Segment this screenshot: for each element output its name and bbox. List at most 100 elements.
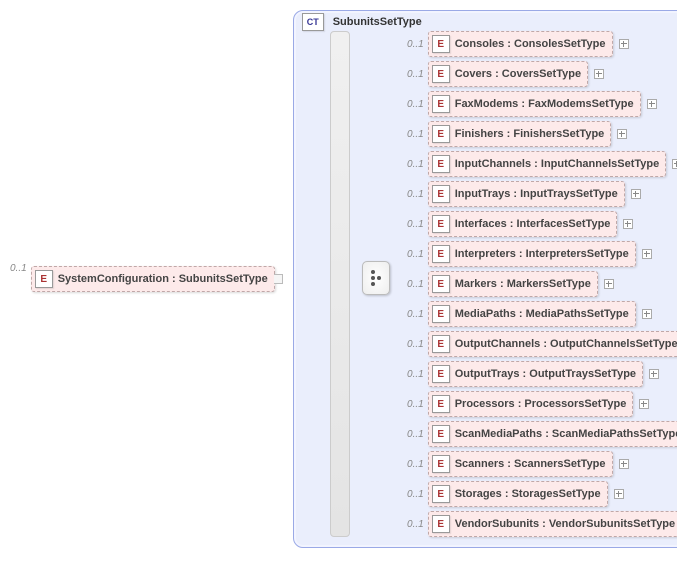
child-element-label: Consoles : ConsolesSetType — [455, 38, 606, 50]
child-cardinality: 0..1 — [402, 159, 424, 170]
expand-icon[interactable] — [642, 249, 652, 259]
child-element-row: 0..1 E InputChannels : InputChannelsSetTyp… — [402, 151, 677, 177]
element-badge: E — [432, 515, 450, 533]
child-element-label: Interfaces : InterfacesSetType — [455, 218, 611, 230]
element-badge: E — [432, 395, 450, 413]
child-element-row: 0..1 E VendorSubunits : VendorSubunitsSetT… — [402, 511, 677, 537]
child-element-label: InputChannels : InputChannelsSetType — [455, 158, 660, 170]
child-element-label: VendorSubunits : VendorSubunitsSetType — [455, 518, 675, 530]
expand-icon[interactable] — [672, 159, 677, 169]
child-element-row: 0..1 E Scanners : ScannersSetType — [402, 451, 677, 477]
compositor-spine — [330, 31, 350, 537]
child-elements-list: 0..1 E Consoles : ConsolesSetType 0..1 E Cove… — [402, 31, 677, 537]
child-element-label: Markers : MarkersSetType — [455, 278, 591, 290]
child-element-row: 0..1EMediaPaths : MediaPathsSetType — [402, 301, 677, 327]
expand-icon[interactable] — [619, 39, 629, 49]
child-cardinality: 0..1 — [402, 459, 424, 470]
child-cardinality: 0..1 — [402, 39, 424, 50]
element-badge: E — [432, 455, 450, 473]
expand-icon[interactable] — [604, 279, 614, 289]
child-cardinality: 0..1 — [402, 369, 424, 380]
root-element-node[interactable]: E SystemConfiguration : SubunitsSetType — [31, 266, 275, 292]
child-element-node[interactable]: EOutputTrays : OutputTraysSetType — [428, 361, 643, 387]
expand-icon[interactable] — [623, 219, 633, 229]
child-cardinality: 0..1 — [402, 189, 424, 200]
element-badge: E — [432, 485, 450, 503]
element-badge: E — [432, 155, 450, 173]
child-element-node[interactable]: E Processors : ProcessorsSetType — [428, 391, 634, 417]
expand-icon[interactable] — [649, 369, 659, 379]
complex-type-header: CT SubunitsSetType — [302, 13, 422, 31]
child-element-row: 0..1 EFaxModems : FaxModemsSetType — [402, 91, 677, 117]
expand-icon[interactable] — [647, 99, 657, 109]
child-element-row: 0..1 EFinishers : FinishersSetType — [402, 121, 677, 147]
element-badge: E — [432, 35, 450, 53]
child-element-label: ScanMediaPaths : ScanMediaPathsSetType — [455, 428, 677, 440]
child-cardinality: 0..1 — [402, 249, 424, 260]
child-element-row: 0..1 EMarkers : MarkersSetType — [402, 271, 677, 297]
element-badge: E — [432, 305, 450, 323]
child-element-label: Covers : CoversSetType — [455, 68, 581, 80]
element-badge: E — [432, 125, 450, 143]
element-badge: E — [432, 335, 450, 353]
expand-icon[interactable] — [642, 309, 652, 319]
child-element-row: 0..1 EOutputTrays : OutputTraysSetType — [402, 361, 677, 387]
child-element-node[interactable]: E Scanners : ScannersSetType — [428, 451, 613, 477]
child-element-row: 0..1 E ScanMediaPaths : ScanMediaPathsSetT… — [402, 421, 677, 447]
child-element-row: 0..1 E Covers : CoversSetType — [402, 61, 677, 87]
child-element-node[interactable]: E ScanMediaPaths : ScanMediaPathsSetType — [428, 421, 677, 447]
child-cardinality: 0..1 — [402, 279, 424, 290]
child-element-node[interactable]: EFinishers : FinishersSetType — [428, 121, 612, 147]
child-element-node[interactable]: EInputTrays : InputTraysSetType — [428, 181, 625, 207]
child-element-node[interactable]: EMarkers : MarkersSetType — [428, 271, 598, 297]
complex-type-box: CT SubunitsSetType 0..1 E Consoles : Conso… — [293, 10, 677, 548]
child-element-label: Scanners : ScannersSetType — [455, 458, 606, 470]
child-element-label: Storages : StoragesSetType — [455, 488, 601, 500]
child-element-node[interactable]: E VendorSubunits : VendorSubunitsSetType — [428, 511, 677, 537]
child-element-row: 0..1 E Processors : ProcessorsSetType — [402, 391, 677, 417]
child-element-node[interactable]: E Interpreters : InterpretersSetType — [428, 241, 636, 267]
expand-icon[interactable] — [617, 129, 627, 139]
root-cardinality: 0..1 — [10, 263, 27, 274]
child-element-row: 0..1EOutputChannels : OutputChannelsSetT… — [402, 331, 677, 357]
child-cardinality: 0..1 — [402, 399, 424, 410]
child-cardinality: 0..1 — [402, 69, 424, 80]
child-cardinality: 0..1 — [402, 429, 424, 440]
child-cardinality: 0..1 — [402, 489, 424, 500]
child-element-node[interactable]: E InputChannels : InputChannelsSetType — [428, 151, 667, 177]
expand-icon[interactable] — [594, 69, 604, 79]
child-element-label: Interpreters : InterpretersSetType — [455, 248, 629, 260]
child-element-row: 0..1 E Interpreters : InterpretersSetType — [402, 241, 677, 267]
child-element-row: 0..1 EInputTrays : InputTraysSetType — [402, 181, 677, 207]
child-element-node[interactable]: E MediaPaths : MediaPathsSetType — [428, 301, 636, 327]
expand-icon[interactable] — [639, 399, 649, 409]
expand-icon[interactable] — [631, 189, 641, 199]
child-element-label: MediaPaths : MediaPathsSetType — [455, 308, 629, 320]
xsd-diagram: 0..1 E SystemConfiguration : SubunitsSet… — [10, 10, 667, 548]
expand-icon[interactable] — [619, 459, 629, 469]
child-element-label: Processors : ProcessorsSetType — [455, 398, 627, 410]
root-element-column: 0..1 E SystemConfiguration : SubunitsSet… — [10, 263, 283, 296]
child-cardinality: 0..1 — [402, 519, 424, 530]
child-element-node[interactable]: EFaxModems : FaxModemsSetType — [428, 91, 641, 117]
child-element-node[interactable]: E Storages : StoragesSetType — [428, 481, 608, 507]
element-badge: E — [432, 365, 450, 383]
child-element-row: 0..1 E Consoles : ConsolesSetType — [402, 31, 677, 57]
expand-icon[interactable] — [614, 489, 624, 499]
child-cardinality: 0..1 — [402, 129, 424, 140]
child-cardinality: 0..1 — [402, 99, 424, 110]
element-badge: E — [432, 65, 450, 83]
element-badge: E — [432, 245, 450, 263]
sequence-compositor-icon[interactable] — [362, 261, 390, 295]
child-element-node[interactable]: E Interfaces : InterfacesSetType — [428, 211, 618, 237]
root-element-label: SystemConfiguration : SubunitsSetType — [58, 273, 268, 285]
element-badge: E — [432, 185, 450, 203]
child-cardinality: 0..1 — [402, 219, 424, 230]
child-element-label: FaxModems : FaxModemsSetType — [455, 98, 634, 110]
element-badge: E — [432, 425, 450, 443]
child-element-row: 0..1 E Storages : StoragesSetType — [402, 481, 677, 507]
element-badge: E — [432, 215, 450, 233]
child-element-node[interactable]: E Consoles : ConsolesSetType — [428, 31, 613, 57]
child-element-node[interactable]: EOutputChannels : OutputChannelsSetType — [428, 331, 677, 357]
child-element-node[interactable]: E Covers : CoversSetType — [428, 61, 588, 87]
